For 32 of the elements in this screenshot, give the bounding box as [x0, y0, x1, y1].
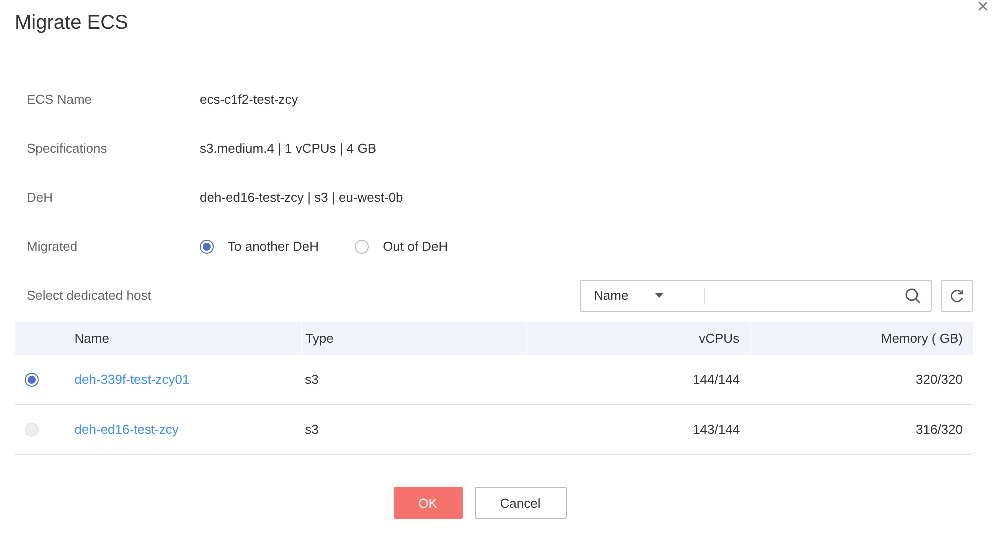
- field-value: ecs-c1f2-test-zcy: [200, 92, 298, 107]
- table-cell: 143/144: [693, 422, 740, 437]
- table-cell: 144/144: [693, 372, 740, 387]
- caret-icon: [654, 293, 664, 298]
- search-icon[interactable]: [905, 288, 921, 304]
- column-header: Type: [306, 331, 334, 346]
- radio-button[interactable]: [25, 373, 39, 387]
- radio-label[interactable]: Out of DeH: [383, 239, 448, 254]
- table-cell: 316/320: [916, 422, 963, 437]
- search-field[interactable]: Name: [580, 280, 932, 312]
- table-cell: s3: [305, 372, 319, 387]
- radio-label[interactable]: To another DeH: [228, 239, 320, 254]
- table-cell: 320/320: [916, 372, 963, 387]
- refresh-button[interactable]: [941, 280, 973, 312]
- radio-button[interactable]: [355, 240, 370, 254]
- field-label: Migrated: [27, 239, 79, 254]
- field-label: ECS Name: [27, 92, 94, 107]
- close-button[interactable]: ×: [977, 0, 989, 19]
- radio-button[interactable]: [200, 240, 214, 254]
- cancel-button[interactable]: Cancel: [474, 487, 566, 519]
- column-header: vCPUs: [699, 331, 740, 346]
- field-value: deh-ed16-test-zcy | s3 | eu-west-0b: [200, 190, 404, 205]
- column-header: Name: [74, 331, 110, 346]
- table-cell: s3: [305, 422, 319, 437]
- column-header: Memory ( GB): [881, 331, 963, 346]
- field-label: Specifications: [27, 141, 108, 156]
- field-value: s3.medium.4 | 1 vCPUs | 4 GB: [200, 141, 377, 156]
- dialog-title: Migrate ECS: [15, 12, 130, 35]
- field-label: DeH: [27, 190, 54, 205]
- field-label: Select dedicated host: [27, 288, 152, 303]
- filter-dropdown[interactable]: Name: [594, 288, 698, 303]
- refresh-icon[interactable]: [950, 288, 964, 302]
